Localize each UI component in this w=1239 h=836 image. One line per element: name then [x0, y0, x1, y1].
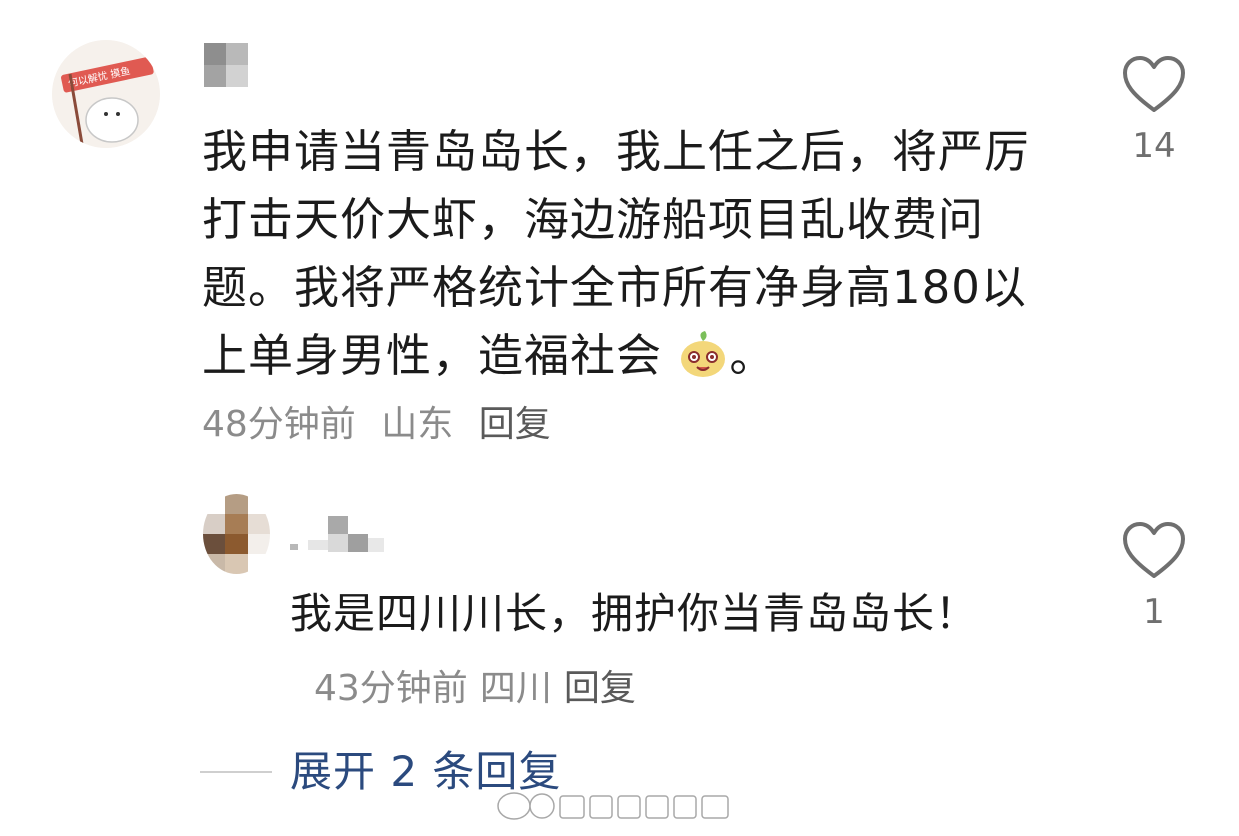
- comment-text: 我申请当青岛岛长，我上任之后，将严厉打击天价大虾，海边游船项目乱收费问题。我将严…: [202, 118, 1052, 390]
- comment-body: 我申请当青岛岛长，我上任之后，将严厉打击天价大虾，海边游船项目乱收费问题。我将严…: [202, 125, 1031, 382]
- reply-body: 我是四川川长，拥护你当青岛岛长！: [290, 589, 979, 638]
- heart-icon: [1123, 56, 1185, 112]
- comment-tail: 。: [729, 329, 776, 382]
- reply-avatar[interactable]: [203, 494, 270, 574]
- reply-button[interactable]: 回复: [479, 404, 551, 445]
- avatar[interactable]: 何以解忧 摸鱼: [52, 40, 160, 148]
- like-button[interactable]: 14: [1114, 56, 1194, 166]
- reply-text: 我是四川川长，拥护你当青岛岛长！ 43分钟前 四川 回复: [290, 578, 1010, 725]
- reply-meta: 43分钟前 四川 回复: [314, 668, 648, 709]
- reply-time: 43分钟前: [314, 668, 468, 709]
- avatar-image: 何以解忧 摸鱼: [52, 40, 160, 148]
- reply-like-count: 1: [1143, 592, 1165, 632]
- reply-username-mosaic[interactable]: [290, 516, 384, 556]
- reply-reply-button[interactable]: 回复: [564, 668, 636, 709]
- comment-time: 48分钟前: [202, 404, 356, 445]
- expand-divider: [200, 771, 272, 773]
- username-mosaic[interactable]: [204, 43, 248, 87]
- reply-location: 四川: [479, 668, 552, 709]
- like-count: 14: [1132, 126, 1176, 166]
- comment-meta: 48分钟前 山东 回复: [202, 398, 565, 452]
- reply-like-button[interactable]: 1: [1114, 522, 1194, 632]
- watermark-icon: [494, 786, 739, 826]
- smiling-mascot-emoji-icon: [677, 330, 729, 378]
- heart-icon: [1123, 522, 1185, 578]
- comment-location: 山东: [381, 404, 454, 445]
